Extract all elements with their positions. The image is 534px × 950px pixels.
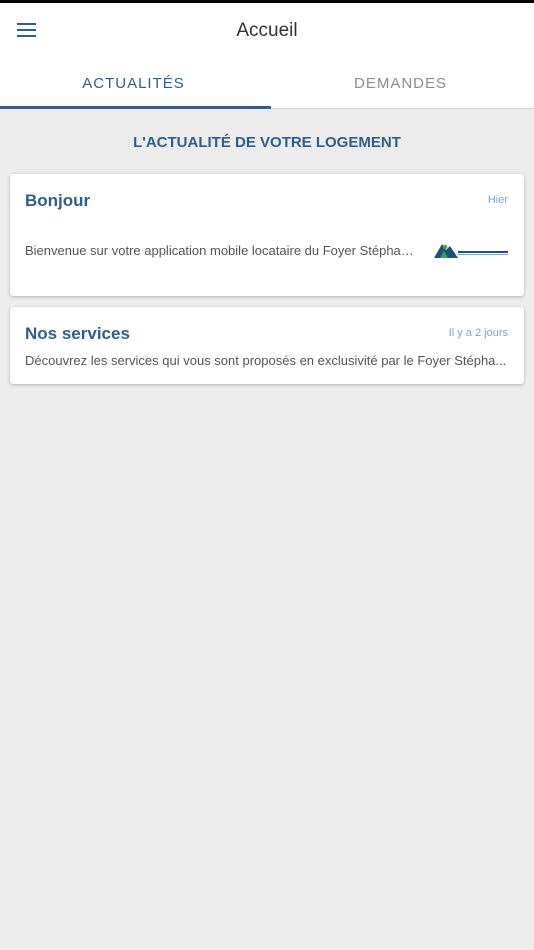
page-title: Accueil: [236, 20, 298, 41]
news-card-services[interactable]: Nos services Il y a 2 jours Découvrez le…: [10, 307, 524, 384]
news-card-title: Nos services: [25, 324, 130, 343]
news-card-title: Bonjour: [25, 191, 91, 210]
tab-actualites[interactable]: ACTUALITÉS: [0, 59, 267, 108]
tab-bar: ACTUALITÉS DEMANDES: [0, 59, 534, 109]
news-card-date: Il y a 2 jours: [448, 327, 508, 339]
news-card-date: Hier: [487, 194, 508, 206]
active-tab-indicator: [0, 106, 271, 109]
news-card-excerpt: Bienvenue sur votre application mobile l…: [25, 243, 418, 258]
app-bar: Accueil: [0, 3, 534, 59]
section-title: L'ACTUALITÉ DE VOTRE LOGEMENT: [133, 134, 401, 151]
foyer-logo-icon: [434, 244, 508, 258]
news-card-bonjour[interactable]: Bonjour Hier Bienvenue sur votre applica…: [10, 174, 524, 296]
news-card-excerpt: Découvrez les services qui vous sont pro…: [25, 353, 507, 368]
tab-demandes[interactable]: DEMANDES: [267, 59, 534, 108]
